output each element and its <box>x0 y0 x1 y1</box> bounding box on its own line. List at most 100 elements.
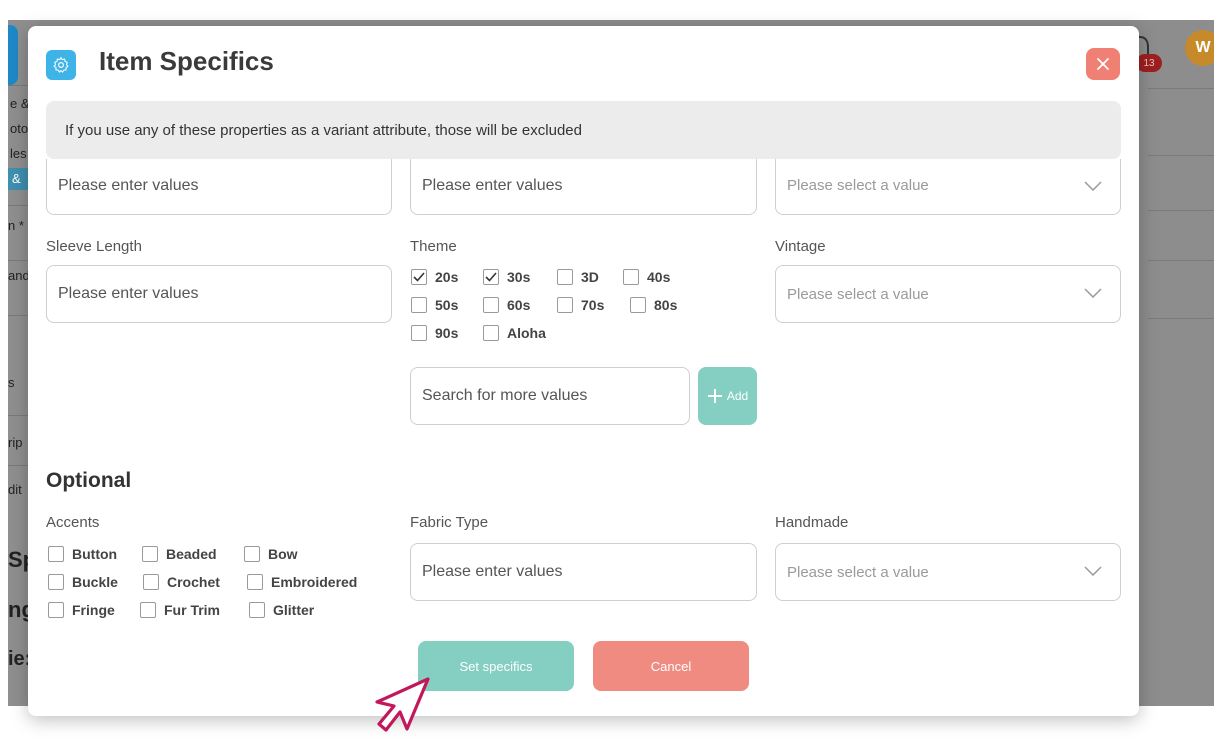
close-icon <box>1097 58 1109 70</box>
divider <box>1148 318 1214 319</box>
avatar[interactable]: W <box>1185 30 1214 66</box>
select-field-row1-col3[interactable]: Please select a value <box>775 159 1121 215</box>
option-label: Buckle <box>72 574 118 590</box>
option-label: Button <box>72 546 118 562</box>
accent-option-embroidered[interactable]: Embroidered <box>247 574 357 590</box>
placeholder-text: Please select a value <box>787 285 929 303</box>
checkbox[interactable] <box>143 574 159 590</box>
vintage-select[interactable]: Please select a value <box>775 265 1121 323</box>
accent-option-beaded[interactable]: Beaded <box>142 546 244 562</box>
placeholder-text: Please enter values <box>422 177 563 194</box>
accent-option-fur-trim[interactable]: Fur Trim <box>140 602 249 618</box>
checkbox[interactable] <box>140 602 156 618</box>
vintage-label: Vintage <box>775 238 826 255</box>
pointer-cursor-icon <box>375 677 430 732</box>
accents-options-row1: Button Beaded Bow <box>48 546 298 562</box>
checkbox[interactable] <box>48 574 64 590</box>
modal-title: Item Specifics <box>99 46 274 76</box>
option-label: Embroidered <box>271 574 358 590</box>
accent-option-bow[interactable]: Bow <box>244 546 298 562</box>
notification-badge: 13 <box>1136 54 1162 72</box>
handmade-label: Handmade <box>775 514 849 531</box>
add-button[interactable]: Add <box>698 367 757 425</box>
option-label: Bow <box>268 546 298 562</box>
handmade-select[interactable]: Please select a value <box>775 543 1121 601</box>
placeholder-text: Please select a value <box>787 563 929 581</box>
accent-option-crochet[interactable]: Crochet <box>143 574 247 590</box>
checkbox[interactable] <box>623 269 639 285</box>
theme-option-90s[interactable]: 90s <box>411 325 483 341</box>
checkbox[interactable] <box>48 602 64 618</box>
divider <box>1148 88 1214 89</box>
checkbox[interactable] <box>483 297 499 313</box>
checkbox[interactable] <box>557 269 573 285</box>
accents-options-row2: Buckle Crochet Embroidered <box>48 574 357 590</box>
sleeve-length-input[interactable]: Please enter values <box>46 265 392 323</box>
cancel-button[interactable]: Cancel <box>593 641 749 691</box>
option-label: Fur Trim <box>164 602 221 618</box>
theme-option-70s[interactable]: 70s <box>557 297 630 313</box>
checkbox[interactable] <box>483 325 499 341</box>
checkbox[interactable] <box>630 297 646 313</box>
placeholder-text: Please enter values <box>58 285 199 302</box>
divider <box>1148 260 1214 261</box>
checkbox[interactable] <box>483 269 499 285</box>
option-label: Aloha <box>507 325 546 341</box>
gear-icon <box>46 50 76 80</box>
background-text: oto <box>10 121 29 136</box>
option-label: Beaded <box>166 546 217 562</box>
accent-option-buckle[interactable]: Buckle <box>48 574 143 590</box>
option-label: 50s <box>435 297 459 313</box>
item-specifics-modal: Item Specifics If you use any of these p… <box>28 26 1139 716</box>
theme-option-40s[interactable]: 40s <box>623 269 670 285</box>
checkbox[interactable] <box>411 297 427 313</box>
background-text: s <box>8 375 15 390</box>
checkbox[interactable] <box>244 546 260 562</box>
theme-option-50s[interactable]: 50s <box>411 297 483 313</box>
checkbox[interactable] <box>557 297 573 313</box>
background-text: e & <box>10 96 30 111</box>
checkbox[interactable] <box>48 546 64 562</box>
theme-option-20s[interactable]: 20s <box>411 269 483 285</box>
placeholder-text: Please enter values <box>422 563 563 580</box>
optional-section-title: Optional <box>46 469 132 492</box>
checkbox[interactable] <box>411 269 427 285</box>
background-text: and <box>8 268 30 283</box>
checkbox[interactable] <box>142 546 158 562</box>
fabric-type-label: Fabric Type <box>410 514 489 531</box>
checkbox[interactable] <box>247 574 263 590</box>
chevron-down-icon <box>1084 181 1102 191</box>
background-text: les <box>10 146 27 161</box>
theme-option-3d[interactable]: 3D <box>557 269 623 285</box>
accent-option-button[interactable]: Button <box>48 546 142 562</box>
add-label: Add <box>726 389 749 403</box>
option-label: Glitter <box>273 602 315 618</box>
divider <box>1148 210 1214 211</box>
option-label: 90s <box>435 325 459 341</box>
text-field-row1-col2[interactable]: Please enter values <box>410 159 757 215</box>
accent-option-fringe[interactable]: Fringe <box>48 602 140 618</box>
option-label: Crochet <box>167 574 220 590</box>
sleeve-length-label: Sleeve Length <box>46 238 142 255</box>
background-text: n * <box>8 218 24 233</box>
checkbox[interactable] <box>249 602 265 618</box>
close-button[interactable] <box>1086 48 1120 80</box>
theme-option-30s[interactable]: 30s <box>483 269 557 285</box>
text-field-row1-col1[interactable]: Please enter values <box>46 159 392 215</box>
chevron-down-icon <box>1084 566 1102 576</box>
placeholder-text: Search for more values <box>422 387 588 404</box>
checkbox[interactable] <box>411 325 427 341</box>
placeholder-text: Please enter values <box>58 177 199 194</box>
accent-option-glitter[interactable]: Glitter <box>249 602 314 618</box>
check-icon <box>485 272 497 282</box>
background-blue-tab <box>8 25 18 85</box>
fabric-type-input[interactable]: Please enter values <box>410 543 757 601</box>
theme-option-60s[interactable]: 60s <box>483 297 557 313</box>
theme-option-80s[interactable]: 80s <box>630 297 677 313</box>
theme-search-input[interactable]: Search for more values <box>410 367 690 425</box>
background-text: rip <box>8 435 23 450</box>
theme-options-row1: 20s 30s 3D 40s <box>411 269 670 285</box>
background-text: & <box>12 171 21 186</box>
theme-option-aloha[interactable]: Aloha <box>483 325 546 341</box>
theme-options-row2: 50s 60s 70s 80s <box>411 297 677 313</box>
